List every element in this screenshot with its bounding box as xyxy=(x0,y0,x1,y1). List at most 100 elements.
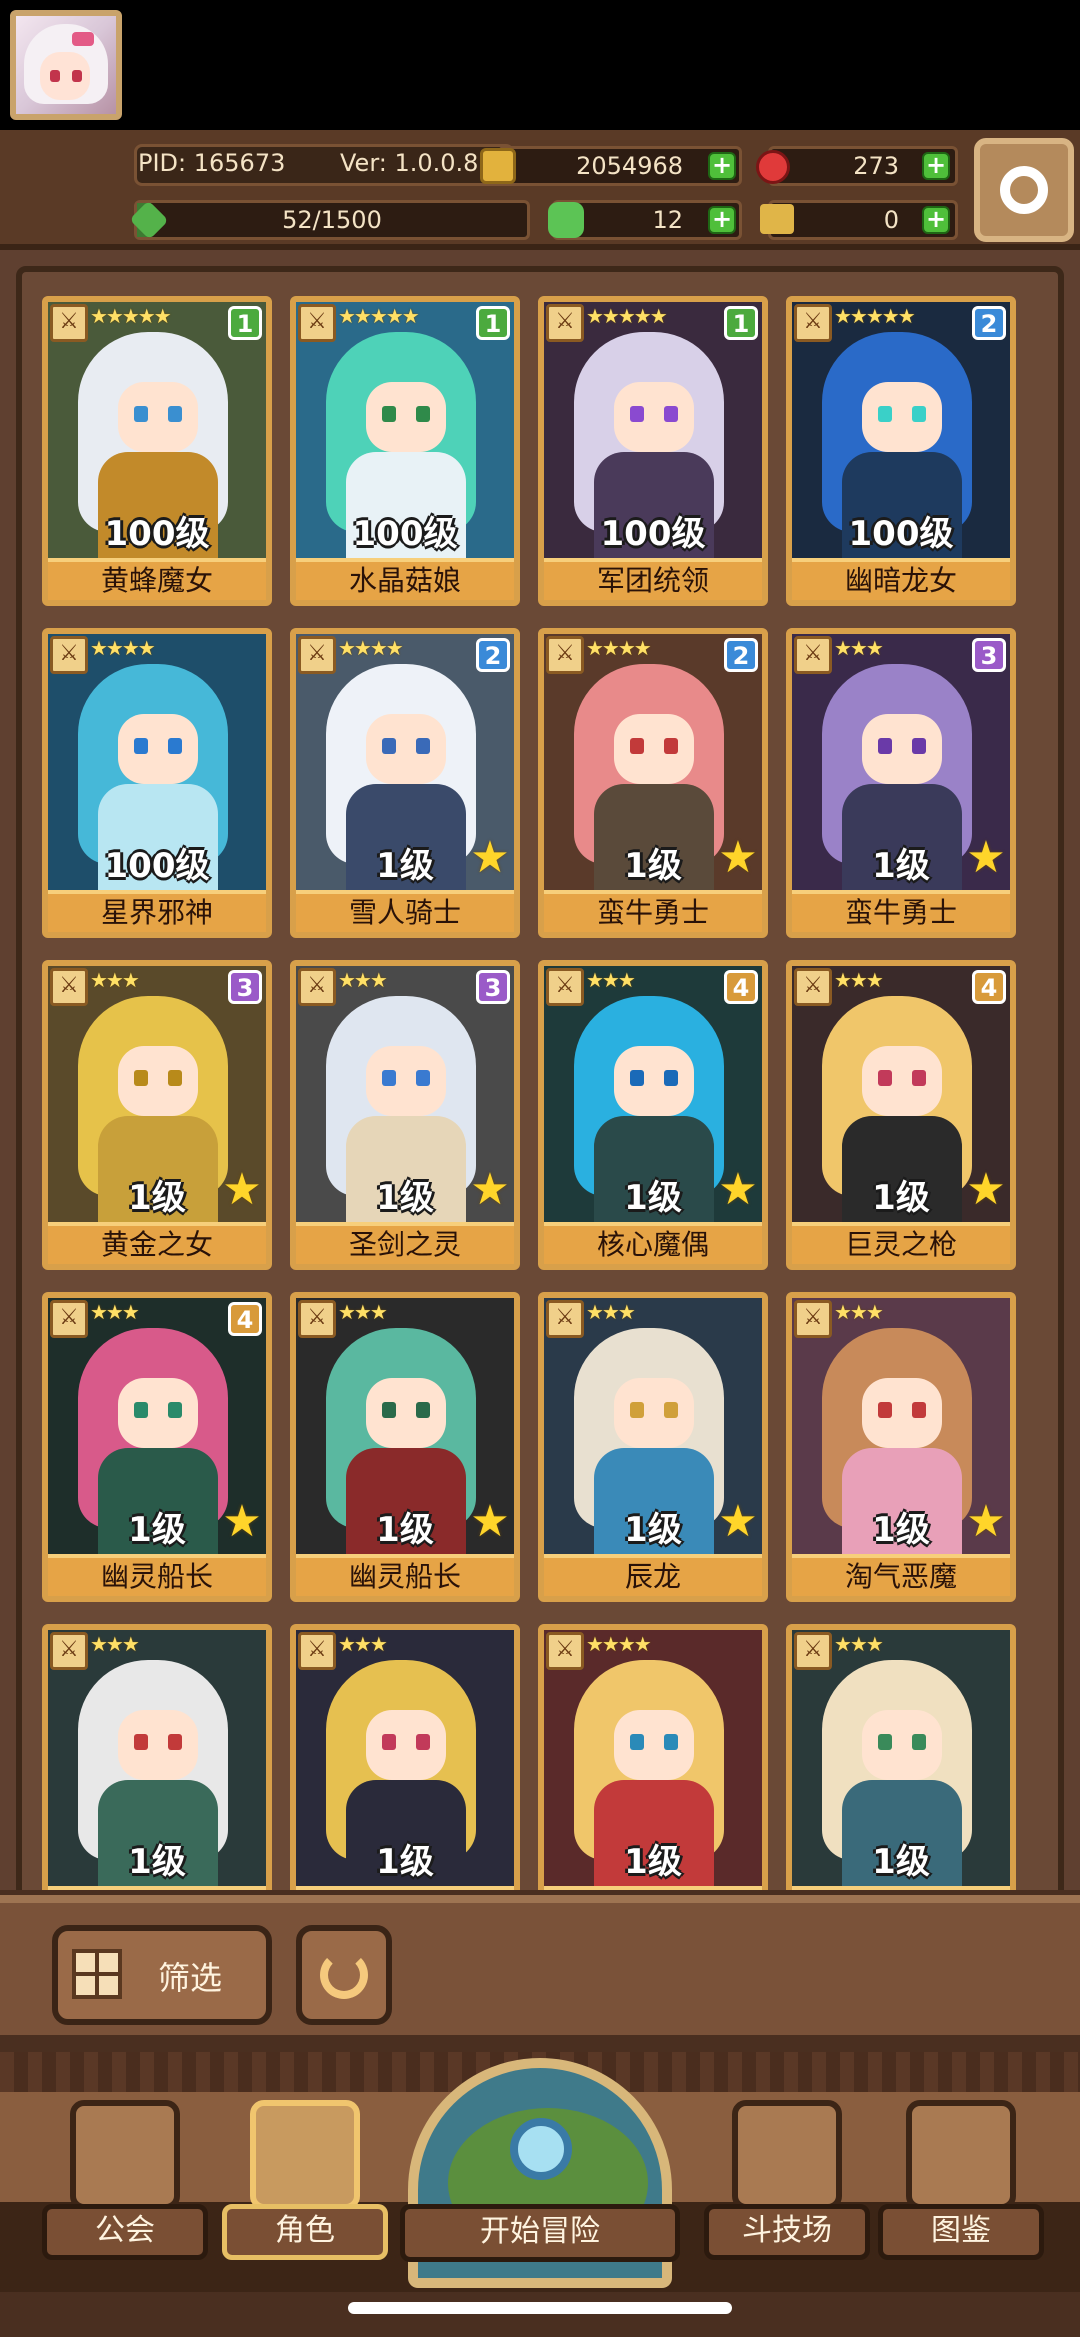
character-level: 1级 xyxy=(624,1842,682,1882)
clover-icon xyxy=(548,202,584,238)
weapon-icon: ⚔ xyxy=(794,636,832,674)
nav-adventure-label: 开始冒险 xyxy=(400,2204,680,2262)
nav-characters[interactable]: 角色 xyxy=(222,2100,388,2290)
star-up-icon[interactable]: ★ xyxy=(964,836,1008,880)
star-up-icon[interactable]: ★ xyxy=(964,1500,1008,1544)
star-rating: ★★★★ xyxy=(90,636,156,660)
character-card[interactable]: ⚔★★★1级★▲辰龙 xyxy=(538,1292,768,1602)
character-card[interactable]: ⚔ ★★★★★ 1 100级 军团统领 xyxy=(538,296,768,606)
rank-badge: 1 xyxy=(228,306,262,340)
star-up-icon[interactable]: ★ xyxy=(220,1168,264,1212)
star-rating: ★★★ xyxy=(834,968,884,992)
nav-codex[interactable]: 图鉴 xyxy=(878,2100,1044,2290)
character-card[interactable]: ⚔★★★31级★▲黄金之女 xyxy=(42,960,272,1270)
character-card[interactable]: ⚔★★★41级★▲巨灵之枪 xyxy=(786,960,1016,1270)
character-level: 1级 xyxy=(376,1842,434,1882)
add-coins-button[interactable]: + xyxy=(708,152,736,180)
character-card[interactable]: ⚔★★★1级★▲淘气恶魔 xyxy=(786,1292,1016,1602)
character-card[interactable]: ⚔ ★★★★★ 2 100级 幽暗龙女 xyxy=(786,296,1016,606)
star-rating: ★★★★★ xyxy=(338,304,420,328)
nav-arena[interactable]: 斗技场 xyxy=(704,2100,870,2290)
character-icon xyxy=(250,2100,360,2210)
rank-badge: 4 xyxy=(228,1302,262,1336)
character-card[interactable]: ⚔ ★★★ 1级 xyxy=(290,1624,520,1900)
nav-characters-label: 角色 xyxy=(222,2204,388,2260)
character-name: 黄金之女 xyxy=(48,1222,266,1264)
character-level: 100级 xyxy=(600,514,706,554)
character-card[interactable]: ⚔★★★★21级★▲蛮牛勇士 xyxy=(538,628,768,938)
character-card[interactable]: ⚔ ★★★★ 1级 xyxy=(538,1624,768,1900)
weapon-icon: ⚔ xyxy=(546,1632,584,1670)
rank-badge: 2 xyxy=(476,638,510,672)
star-rating: ★★★ xyxy=(90,968,140,992)
rank-badge: 2 xyxy=(972,306,1006,340)
character-name: 蛮牛勇士 xyxy=(792,890,1010,932)
star-up-icon[interactable]: ★ xyxy=(716,836,760,880)
rank-badge: 3 xyxy=(228,970,262,1004)
character-name: 核心魔偶 xyxy=(544,1222,762,1264)
book-icon xyxy=(906,2100,1016,2210)
star-rating: ★★★★★ xyxy=(90,304,172,328)
character-card[interactable]: ⚔★★★41级★▲幽灵船长 xyxy=(42,1292,272,1602)
character-card[interactable]: ⚔ ★★★★★ 1 100级 水晶菇娘 xyxy=(290,296,520,606)
character-level: 100级 xyxy=(104,514,210,554)
character-level: 1级 xyxy=(872,1842,930,1882)
refresh-icon xyxy=(320,1951,368,1999)
weapon-icon: ⚔ xyxy=(50,968,88,1006)
weapon-icon: ⚔ xyxy=(298,1300,336,1338)
character-name: 水晶菇娘 xyxy=(296,558,514,600)
star-rating: ★★★ xyxy=(338,968,388,992)
character-name: 蛮牛勇士 xyxy=(544,890,762,932)
character-card[interactable]: ⚔★★★31级★▲蛮牛勇士 xyxy=(786,628,1016,938)
player-avatar[interactable] xyxy=(10,10,122,120)
add-keys-button[interactable]: + xyxy=(922,206,950,234)
game-version: Ver: 1.0.0.8 xyxy=(340,149,479,177)
character-card[interactable]: ⚔ ★★★ 1级 xyxy=(42,1624,272,1900)
add-gems-button[interactable]: + xyxy=(922,152,950,180)
weapon-icon: ⚔ xyxy=(546,636,584,674)
star-up-icon[interactable]: ★ xyxy=(964,1168,1008,1212)
character-card[interactable]: ⚔★★★41级★▲核心魔偶 xyxy=(538,960,768,1270)
weapon-icon: ⚔ xyxy=(298,304,336,342)
star-up-icon[interactable]: ★ xyxy=(716,1500,760,1544)
character-card[interactable]: ⚔★★★★21级★▲雪人骑士 xyxy=(290,628,520,938)
player-id: PID: 165673 xyxy=(138,149,286,177)
star-rating: ★★★ xyxy=(834,636,884,660)
coin-icon xyxy=(480,148,516,184)
character-card[interactable]: ⚔★★★31级★▲圣剑之灵 xyxy=(290,960,520,1270)
weapon-icon: ⚔ xyxy=(50,304,88,342)
nav-guild[interactable]: 公会 xyxy=(42,2100,208,2290)
filter-button[interactable]: 筛选 xyxy=(52,1925,272,2025)
star-rating: ★★★ xyxy=(90,1632,140,1656)
star-up-icon[interactable]: ★ xyxy=(468,1168,512,1212)
character-name: 淘气恶魔 xyxy=(792,1554,1010,1596)
nav-start-adventure[interactable]: 开始冒险 xyxy=(400,2058,680,2288)
weapon-icon: ⚔ xyxy=(794,968,832,1006)
star-up-icon[interactable]: ★ xyxy=(716,1168,760,1212)
weapon-icon: ⚔ xyxy=(546,968,584,1006)
star-up-icon[interactable]: ★ xyxy=(468,836,512,880)
star-up-icon[interactable]: ★ xyxy=(220,1500,264,1544)
character-card[interactable]: ⚔ ★★★★ 100级 星界邪神 xyxy=(42,628,272,938)
character-name: 军团统领 xyxy=(544,558,762,600)
settings-button[interactable] xyxy=(974,138,1074,242)
character-card[interactable]: ⚔ ★★★★★ 1 100级 黄蜂魔女 xyxy=(42,296,272,606)
star-rating: ★★★ xyxy=(338,1300,388,1324)
character-name: 圣剑之灵 xyxy=(296,1222,514,1264)
rank-badge: 3 xyxy=(476,970,510,1004)
experience-text: 52/1500 xyxy=(282,206,382,234)
star-rating: ★★★ xyxy=(586,968,636,992)
nav-codex-label: 图鉴 xyxy=(878,2204,1044,2260)
weapon-icon: ⚔ xyxy=(794,1300,832,1338)
experience-bar: 52/1500 xyxy=(134,200,530,240)
star-rating: ★★★ xyxy=(834,1300,884,1324)
star-up-icon[interactable]: ★ xyxy=(468,1500,512,1544)
key-icon xyxy=(760,204,794,234)
refresh-button[interactable] xyxy=(296,1925,392,2025)
weapon-icon: ⚔ xyxy=(50,636,88,674)
character-card[interactable]: ⚔★★★1级★▲幽灵船长 xyxy=(290,1292,520,1602)
character-card[interactable]: ⚔ ★★★ 1级 xyxy=(786,1624,1016,1900)
add-clover-button[interactable]: + xyxy=(708,206,736,234)
weapon-icon: ⚔ xyxy=(546,1300,584,1338)
star-rating: ★★★ xyxy=(586,1300,636,1324)
